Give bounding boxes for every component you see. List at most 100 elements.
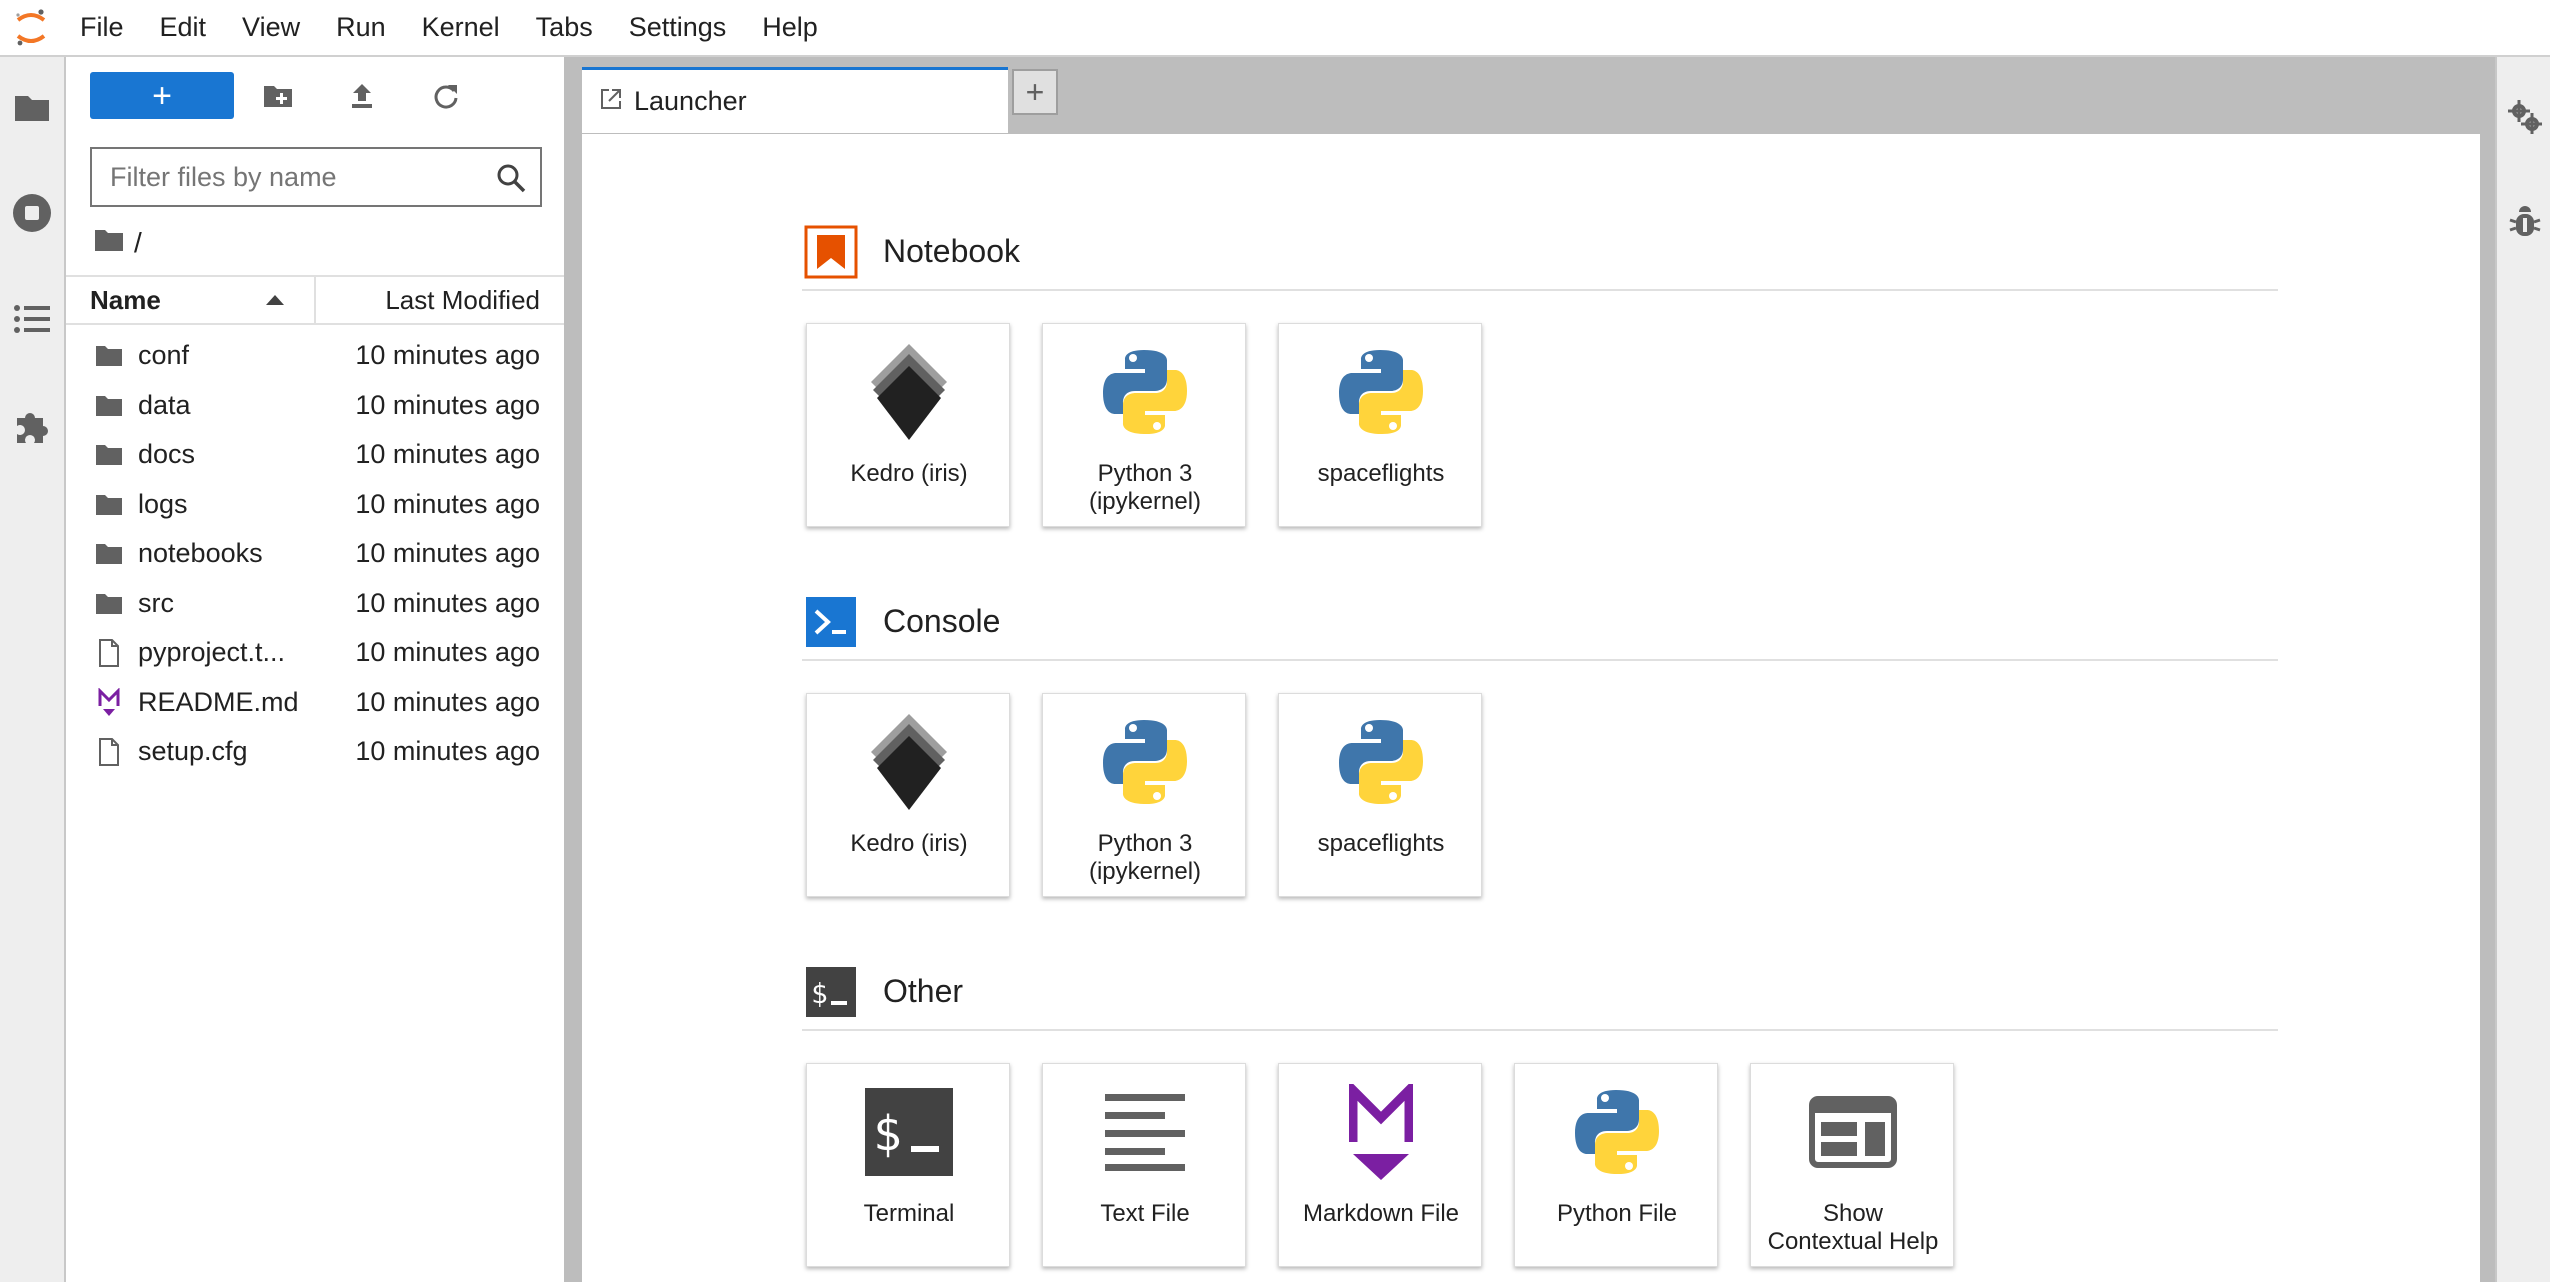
card-label: Text File — [1100, 1200, 1190, 1227]
card-label: spaceflights — [1317, 460, 1445, 487]
file-name: docs — [138, 439, 196, 469]
column-name-header[interactable]: Name — [90, 277, 316, 323]
refresh-button[interactable] — [416, 72, 476, 119]
new-launcher-button[interactable]: + — [90, 72, 234, 119]
kedro-icon — [807, 712, 1011, 812]
python-icon — [1279, 342, 1483, 442]
menu-run[interactable]: Run — [318, 0, 404, 56]
section-header: Console — [802, 589, 2278, 661]
file-icon — [94, 638, 124, 668]
folder-icon — [94, 391, 124, 421]
card-label: spaceflights — [1317, 830, 1445, 857]
launcher-card-notebook-python3[interactable]: Python 3 (ipykernel) — [1042, 323, 1246, 527]
launcher-tab-icon — [600, 88, 622, 115]
python-icon — [1515, 1082, 1719, 1182]
upload-icon — [352, 83, 372, 108]
launcher-card-notebook-spaceflights[interactable]: spaceflights — [1278, 323, 1482, 527]
menu-help[interactable]: Help — [744, 0, 836, 56]
file-row-readme[interactable]: README.md 10 minutes ago — [66, 678, 564, 728]
new-folder-icon — [264, 85, 292, 107]
folder-icon — [94, 589, 124, 619]
menu-kernel[interactable]: Kernel — [404, 0, 518, 56]
file-row-conf[interactable]: conf 10 minutes ago — [66, 331, 564, 381]
file-name: src — [138, 587, 174, 618]
extension-icon[interactable] — [0, 390, 64, 460]
file-name: README.md — [138, 686, 298, 717]
toc-icon[interactable] — [0, 284, 64, 354]
left-activity-bar — [0, 57, 66, 1282]
file-modified: 10 minutes ago — [355, 488, 540, 519]
help-icon — [1751, 1082, 1955, 1182]
python-icon — [1043, 712, 1247, 812]
launcher-card-console-kedro[interactable]: Kedro (iris) — [806, 693, 1010, 897]
folder-icon[interactable] — [0, 72, 64, 142]
file-row-src[interactable]: src 10 minutes ago — [66, 579, 564, 629]
file-row-logs[interactable]: logs 10 minutes ago — [66, 480, 564, 530]
menu-settings[interactable]: Settings — [611, 0, 745, 56]
column-name-label: Name — [90, 285, 161, 315]
file-name: pyproject.t... — [138, 637, 286, 667]
launcher-card-terminal[interactable]: $ Terminal — [806, 1063, 1010, 1267]
file-modified: 10 minutes ago — [355, 389, 540, 420]
launcher-card-text-file[interactable]: Text File — [1042, 1063, 1246, 1267]
tab-bar: Launcher + — [566, 57, 2495, 133]
menu-tabs[interactable]: Tabs — [518, 0, 611, 56]
text-file-icon — [1043, 1082, 1247, 1182]
file-row-pyproject[interactable]: pyproject.t... 10 minutes ago — [66, 628, 564, 678]
file-row-setup-cfg[interactable]: setup.cfg 10 minutes ago — [66, 727, 564, 777]
console-icon — [806, 597, 856, 647]
file-list-header: Name Last Modified — [66, 275, 564, 325]
card-label: Kedro (iris) — [850, 460, 968, 487]
file-row-data[interactable]: data 10 minutes ago — [66, 381, 564, 431]
filter-files-input[interactable] — [92, 161, 482, 193]
breadcrumb-folder-icon[interactable] — [94, 227, 124, 259]
file-name: notebooks — [138, 538, 263, 568]
right-sidebar — [2495, 57, 2550, 1282]
refresh-icon — [434, 84, 458, 109]
add-tab-button[interactable]: + — [1012, 69, 1058, 115]
card-label: Show Contextual Help — [1767, 1200, 1939, 1255]
launcher-card-python-file[interactable]: Python File — [1514, 1063, 1718, 1267]
section-title: Console — [883, 603, 1001, 639]
menu-view[interactable]: View — [224, 0, 318, 56]
launcher-card-notebook-kedro[interactable]: Kedro (iris) — [806, 323, 1010, 527]
launcher-card-console-python3[interactable]: Python 3 (ipykernel) — [1042, 693, 1246, 897]
jupyter-logo-icon[interactable] — [0, 0, 62, 56]
column-modified-header[interactable]: Last Modified — [385, 277, 540, 323]
folder-icon — [94, 440, 124, 470]
section-title: Other — [883, 973, 964, 1009]
file-modified: 10 minutes ago — [355, 686, 540, 717]
tab-label: Launcher — [634, 86, 747, 116]
card-row: Kedro (iris) Python 3 (ipykernel) spacef… — [802, 693, 2278, 903]
svg-text:$: $ — [811, 977, 828, 1010]
file-row-docs[interactable]: docs 10 minutes ago — [66, 430, 564, 480]
file-modified: 10 minutes ago — [355, 340, 540, 370]
file-modified: 10 minutes ago — [355, 439, 540, 469]
launcher-card-contextual-help[interactable]: Show Contextual Help — [1750, 1063, 1954, 1267]
tab-launcher[interactable]: Launcher — [582, 67, 1008, 133]
folder-icon — [94, 490, 124, 520]
menu-edit[interactable]: Edit — [142, 0, 225, 56]
debugger-icon[interactable] — [2497, 193, 2550, 253]
menu-file[interactable]: File — [62, 0, 142, 56]
breadcrumb-root[interactable]: / — [134, 227, 142, 259]
property-inspector-icon[interactable] — [2497, 87, 2550, 147]
card-label: Python File — [1556, 1200, 1678, 1227]
section-title: Notebook — [883, 233, 1020, 269]
launcher-card-markdown-file[interactable]: Markdown File — [1278, 1063, 1482, 1267]
running-icon[interactable] — [0, 178, 64, 248]
upload-button[interactable] — [332, 72, 392, 119]
file-row-notebooks[interactable]: notebooks 10 minutes ago — [66, 529, 564, 579]
notebook-icon — [804, 225, 858, 279]
file-list: conf 10 minutes ago data 10 minutes ago … — [66, 331, 564, 777]
launcher-panel: Notebook Kedro (iris) Python 3 (ipykerne… — [582, 133, 2480, 1282]
kedro-icon — [807, 342, 1011, 442]
file-name: data — [138, 389, 191, 420]
file-modified: 10 minutes ago — [355, 637, 540, 667]
filter-box — [90, 147, 542, 207]
file-modified: 10 minutes ago — [355, 736, 540, 766]
launcher-card-console-spaceflights[interactable]: spaceflights — [1278, 693, 1482, 897]
breadcrumb: / — [94, 223, 142, 263]
new-folder-button[interactable] — [248, 72, 308, 119]
svg-text:$: $ — [873, 1106, 902, 1162]
